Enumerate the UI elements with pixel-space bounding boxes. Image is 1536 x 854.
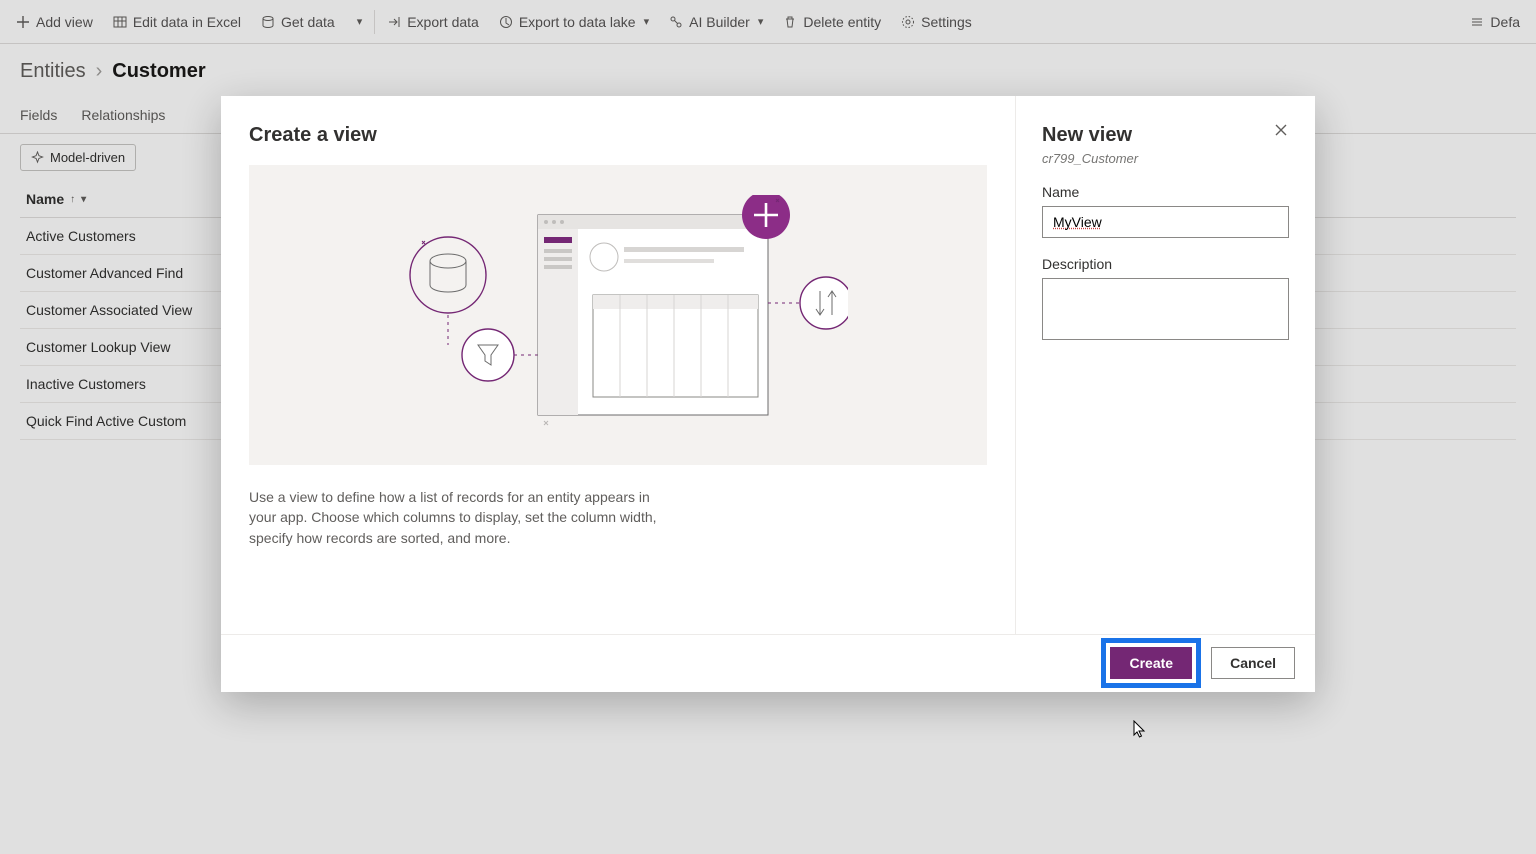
close-button[interactable] — [1269, 118, 1293, 142]
panel-title: New view — [1042, 124, 1289, 147]
name-label: Name — [1042, 184, 1289, 200]
dialog-left-pane: Create a view — [221, 96, 1015, 692]
modal-overlay: Create a view — [0, 0, 1536, 854]
dialog-right-pane: New view cr799_Customer Name Description — [1015, 96, 1315, 692]
dialog-title: Create a view — [249, 124, 987, 147]
cancel-button[interactable]: Cancel — [1211, 647, 1295, 679]
cursor-icon — [1133, 720, 1147, 740]
entity-schema-name: cr799_Customer — [1042, 151, 1289, 166]
close-icon — [1273, 122, 1289, 138]
create-button-highlight: Create — [1101, 638, 1201, 688]
dialog-description: Use a view to define how a list of recor… — [249, 487, 669, 548]
dialog-footer: Create Cancel — [221, 634, 1315, 692]
create-button[interactable]: Create — [1110, 647, 1192, 679]
view-description-input[interactable] — [1042, 278, 1289, 340]
illustration — [249, 165, 987, 465]
create-view-dialog: Create a view — [221, 96, 1315, 692]
description-label: Description — [1042, 256, 1289, 272]
view-name-input[interactable] — [1042, 206, 1289, 238]
